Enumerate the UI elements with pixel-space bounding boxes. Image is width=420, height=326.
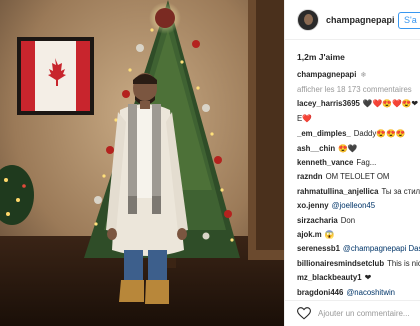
view-all-comments-link[interactable]: afficher les 18 173 commentaires	[297, 83, 420, 97]
comment-text: ❤	[364, 273, 372, 283]
caption-text: ❄	[360, 72, 367, 79]
comment-username[interactable]: lacey_harris3695	[297, 99, 360, 108]
post-header: champagnepapi S'a	[285, 0, 420, 40]
likes-count[interactable]: 1,2m J'aime	[285, 40, 420, 62]
comment-username[interactable]: ash__chin	[297, 144, 335, 153]
comment-row: kenneth_vance Fag...	[297, 156, 420, 170]
comment-row: rahmatullina_anjellica Ты за стил	[297, 185, 420, 199]
follow-button[interactable]: S'a	[398, 12, 420, 29]
comment-username[interactable]: _em_dimples_	[297, 129, 351, 138]
comment-row: lacey_harris3695 🖤❤️😍❤️😍❤	[297, 97, 420, 111]
comment-text: OM TELOLET OM	[325, 172, 390, 182]
caption-username[interactable]: champagnepapi	[297, 70, 356, 79]
username-link[interactable]: champagnepapi	[326, 15, 395, 25]
post-sidebar: champagnepapi S'a 1,2m J'aime champagnep…	[284, 0, 420, 326]
comment-text: Daddy😍😍😍	[353, 129, 406, 139]
comment-mention[interactable]: @champagnepapi Das	[343, 244, 420, 253]
comment-row: ajok.m 😱	[297, 228, 420, 242]
heart-icon[interactable]	[297, 307, 311, 320]
comment-text: E❤️	[297, 113, 312, 123]
comment-text: Fag...	[356, 158, 377, 168]
comment-username[interactable]: rahmatullina_anjellica	[297, 187, 378, 196]
comment-username[interactable]: mz_blackbeauty1	[297, 273, 362, 282]
comment-mention[interactable]: @joelleon45	[332, 201, 375, 210]
comment-row: mz_blackbeauty1 ❤	[297, 271, 420, 285]
add-comment-input[interactable]: Ajouter un commentaire...	[318, 309, 410, 318]
comment-username[interactable]: ajok.m	[297, 230, 322, 239]
comment-text: 😍🖤	[338, 143, 358, 153]
comment-username[interactable]: xo.jenny	[297, 201, 329, 210]
comment-text: 😱	[324, 230, 335, 240]
avatar[interactable]	[297, 8, 319, 31]
comment-username[interactable]: kenneth_vance	[297, 158, 353, 167]
comment-mention[interactable]: @nacoshitwin	[346, 288, 395, 297]
photo-scene	[0, 0, 284, 326]
comment-text: Ты за стил	[381, 186, 420, 196]
post-photo	[0, 0, 284, 326]
comment-row: bragdoni446 @nacoshitwin	[297, 286, 420, 300]
caption: champagnepapi ❄	[297, 68, 420, 83]
canada-flag	[17, 37, 94, 115]
comment-row: billionairesmindsetclub This is nic	[297, 257, 420, 271]
comment-username[interactable]: billionairesmindsetclub	[297, 259, 384, 268]
comment-footer: Ajouter un commentaire...	[285, 300, 420, 326]
comment-text: Don	[340, 215, 356, 225]
comment-row: _em_dimples_ Daddy😍😍😍	[297, 127, 420, 141]
comment-row: xo.jenny @joelleon45	[297, 199, 420, 213]
comment-row: ash__chin 😍🖤	[297, 142, 420, 156]
comment-text: This is nic	[387, 258, 420, 268]
comment-username[interactable]: serenessb1	[297, 244, 340, 253]
comment-row: serenessb1 @champagnepapi Das	[297, 242, 420, 256]
comment-username[interactable]: sirzacharia	[297, 216, 338, 225]
comment-text: 🖤❤️😍❤️😍❤	[362, 99, 418, 109]
comment-username[interactable]: razndn	[297, 172, 323, 181]
comments-list: champagnepapi ❄ afficher les 18 173 comm…	[285, 62, 420, 300]
comment-row: E❤️	[297, 112, 420, 126]
comment-row: sirzacharia Don	[297, 214, 420, 228]
comment-row: razndn OM TELOLET OM	[297, 170, 420, 184]
comment-username[interactable]: bragdoni446	[297, 288, 343, 297]
